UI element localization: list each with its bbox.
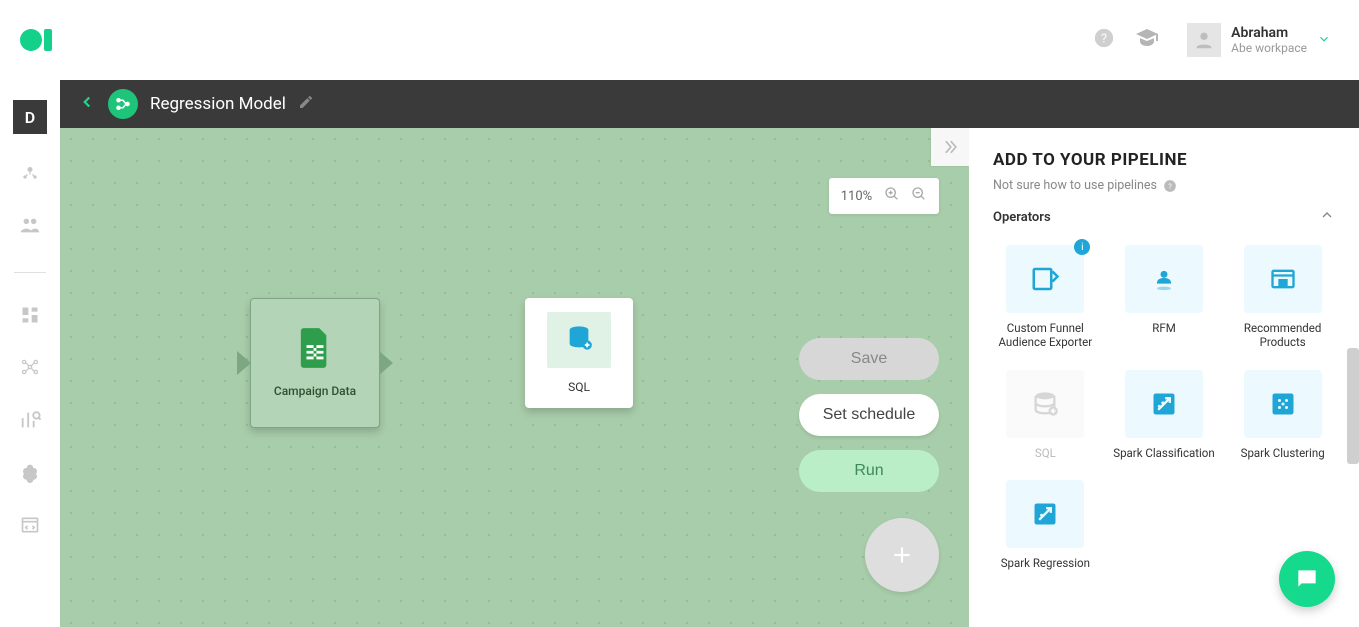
user-menu[interactable]: Abraham Abe workpace bbox=[1179, 19, 1339, 61]
set-schedule-button[interactable]: Set schedule bbox=[799, 394, 939, 436]
cluster-icon bbox=[1244, 370, 1322, 438]
logo-bar-icon bbox=[44, 29, 52, 51]
operator-label: RFM bbox=[1152, 321, 1175, 335]
panel-hint-text: Not sure how to use pipelines bbox=[993, 178, 1157, 193]
zoom-out-icon[interactable] bbox=[911, 186, 927, 206]
shopping-window-icon bbox=[1244, 245, 1322, 313]
spreadsheet-icon bbox=[298, 328, 332, 372]
brain-icon[interactable] bbox=[20, 463, 40, 487]
operator-rfm[interactable]: RFM bbox=[1112, 245, 1217, 350]
node-campaign-data[interactable]: Campaign Data bbox=[250, 298, 380, 428]
zoom-control: 110% bbox=[829, 178, 939, 214]
code-window-icon[interactable] bbox=[20, 515, 40, 539]
add-fab[interactable] bbox=[865, 518, 939, 592]
dashboard-icon[interactable] bbox=[20, 305, 40, 329]
svg-text:?: ? bbox=[1168, 181, 1172, 190]
action-buttons: Save Set schedule Run bbox=[799, 338, 939, 592]
analytics-icon[interactable] bbox=[19, 409, 41, 435]
collapse-panel-icon[interactable] bbox=[931, 128, 969, 166]
node-input-port[interactable] bbox=[237, 351, 251, 375]
operator-spark-classification[interactable]: Spark Classification bbox=[1112, 370, 1217, 460]
node-label: SQL bbox=[568, 380, 590, 394]
database-icon bbox=[547, 312, 611, 368]
regression-icon bbox=[1006, 480, 1084, 548]
svg-text:?: ? bbox=[1101, 32, 1107, 47]
avatar-icon bbox=[1187, 23, 1221, 57]
node-label: Campaign Data bbox=[274, 384, 356, 398]
operator-label: SQL bbox=[1035, 446, 1056, 460]
graph-network-icon[interactable] bbox=[20, 357, 40, 381]
workspace-badge[interactable]: D bbox=[13, 100, 47, 134]
zoom-level: 110% bbox=[841, 189, 872, 204]
scrollbar-thumb[interactable] bbox=[1347, 348, 1359, 464]
operator-sql[interactable]: SQL bbox=[993, 370, 1098, 460]
graduation-cap-icon[interactable] bbox=[1135, 26, 1159, 54]
operators-section-header[interactable]: Operators bbox=[993, 207, 1335, 227]
pipeline-title: Regression Model bbox=[150, 94, 286, 114]
operator-recommended-products[interactable]: Recommended Products bbox=[1230, 245, 1335, 350]
panel-title: ADD TO YOUR PIPELINE bbox=[993, 150, 1335, 170]
logo-circle-icon bbox=[20, 29, 42, 51]
operator-label: Spark Clustering bbox=[1241, 446, 1325, 460]
pipeline-header: Regression Model bbox=[60, 80, 1359, 128]
users-icon[interactable] bbox=[19, 214, 41, 240]
chevron-up-icon bbox=[1319, 207, 1335, 227]
database-plus-icon bbox=[1006, 370, 1084, 438]
operator-label: Spark Classification bbox=[1113, 446, 1214, 460]
operator-label: Recommended Products bbox=[1230, 321, 1335, 350]
save-button[interactable]: Save bbox=[799, 338, 939, 380]
back-icon[interactable] bbox=[78, 93, 96, 115]
info-badge-icon: i bbox=[1074, 239, 1090, 255]
operator-label: Custom Funnel Audience Exporter bbox=[993, 321, 1098, 350]
funnel-icon: i bbox=[1006, 245, 1084, 313]
operator-spark-clustering[interactable]: Spark Clustering bbox=[1230, 370, 1335, 460]
zoom-in-icon[interactable] bbox=[884, 186, 900, 206]
left-nav: D bbox=[0, 80, 60, 627]
panel-hint[interactable]: Not sure how to use pipelines ? bbox=[993, 178, 1335, 193]
operator-spark-regression[interactable]: Spark Regression bbox=[993, 480, 1098, 570]
scatter-expand-icon bbox=[1125, 370, 1203, 438]
help-icon: ? bbox=[1163, 179, 1177, 193]
target-icon[interactable] bbox=[20, 162, 40, 186]
help-icon[interactable]: ? bbox=[1093, 27, 1115, 53]
operator-custom-funnel[interactable]: i Custom Funnel Audience Exporter bbox=[993, 245, 1098, 350]
person-pin-icon bbox=[1125, 245, 1203, 313]
top-header: ? Abraham Abe workpace bbox=[0, 0, 1359, 80]
chat-launcher[interactable] bbox=[1279, 551, 1335, 607]
operator-label: Spark Regression bbox=[1001, 556, 1090, 570]
nav-divider bbox=[14, 272, 46, 273]
pipeline-type-icon bbox=[108, 89, 138, 119]
node-output-port[interactable] bbox=[379, 351, 393, 375]
section-label: Operators bbox=[993, 210, 1051, 225]
run-button[interactable]: Run bbox=[799, 450, 939, 492]
logo[interactable] bbox=[20, 29, 52, 51]
edit-icon[interactable] bbox=[298, 94, 314, 114]
chevron-down-icon bbox=[1317, 31, 1331, 50]
node-sql[interactable]: SQL bbox=[525, 298, 633, 408]
user-workspace: Abe workpace bbox=[1231, 41, 1307, 55]
user-name: Abraham bbox=[1231, 25, 1307, 41]
